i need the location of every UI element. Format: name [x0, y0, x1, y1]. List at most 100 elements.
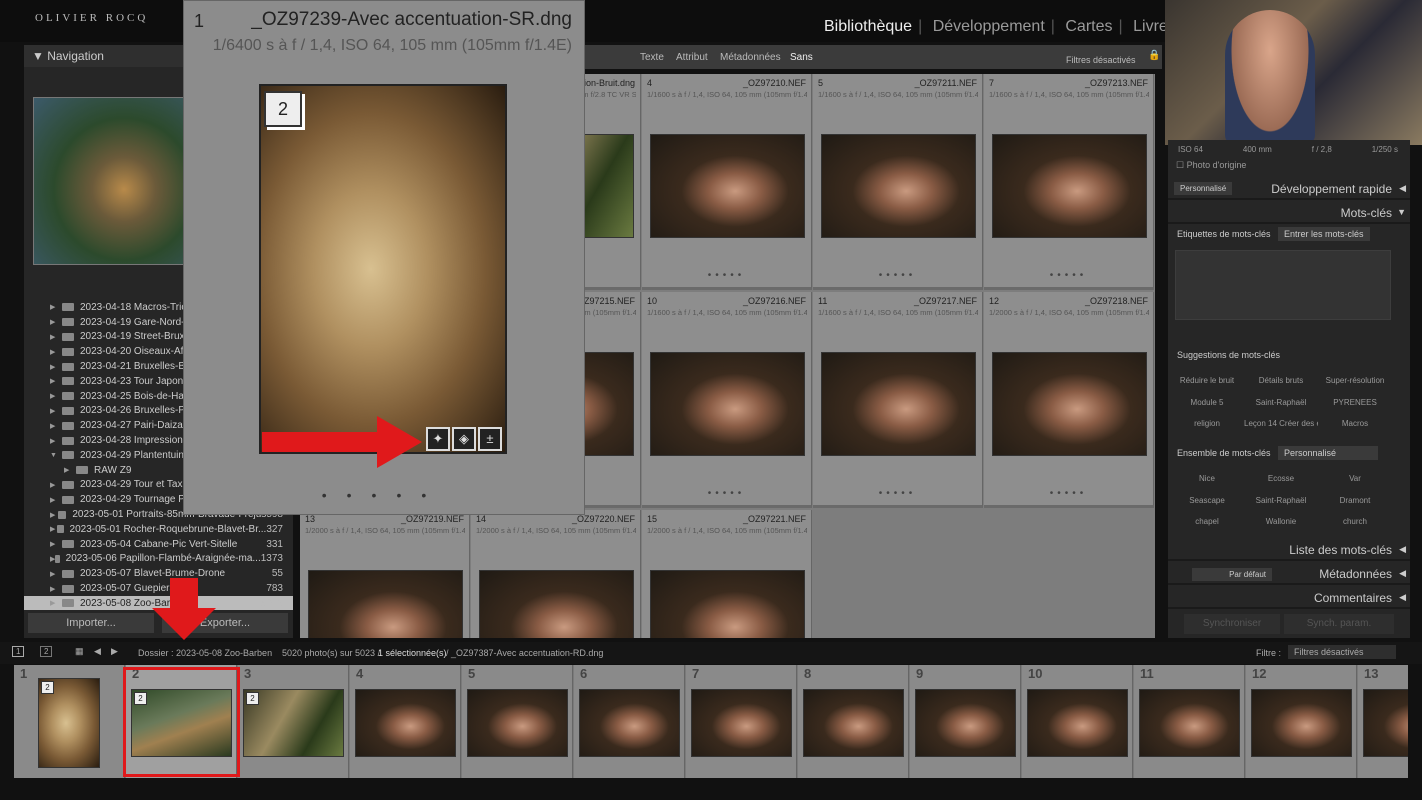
secondary-screen-button[interactable]: 2 — [40, 646, 53, 657]
filmstrip-cell[interactable]: 32 — [238, 665, 349, 778]
keyword-button[interactable]: Var — [1318, 468, 1392, 490]
keyword-set-select[interactable]: Personnalisé — [1278, 446, 1378, 460]
filter-preset[interactable]: Filtres désactivés — [1066, 55, 1136, 65]
filmstrip-thumbnail[interactable] — [355, 689, 456, 757]
grid-cell[interactable]: 14 _OZ97220.NEF 1/2000 s à f / 1,4, ISO 64… — [471, 510, 641, 638]
filmstrip-cell[interactable]: 7 — [686, 665, 797, 778]
keyword-tag-icon[interactable]: ◈ — [452, 427, 476, 451]
collapsed-triangle-icon[interactable]: ▶ — [50, 333, 62, 341]
collapsed-triangle-icon[interactable]: ▶ — [50, 318, 62, 326]
keyword-button[interactable]: Saint-Raphaël — [1244, 392, 1318, 414]
folder-source[interactable]: Dossier : 2023-05-08 Zoo-Barben — [138, 648, 272, 658]
filmstrip-cell[interactable]: 10 — [1022, 665, 1133, 778]
stack-badge[interactable]: 2 — [246, 692, 259, 705]
collapsed-triangle-icon[interactable]: ▶ — [50, 525, 57, 533]
filmstrip-thumbnail[interactable] — [691, 689, 792, 757]
metadata-preset[interactable]: Par défaut — [1192, 568, 1272, 581]
navigator-preview[interactable] — [33, 97, 185, 265]
filter-text[interactable]: Texte — [640, 52, 664, 63]
filmstrip-thumbnail[interactable] — [803, 689, 904, 757]
folder-item[interactable]: ▶ 2023-05-04 Cabane-Pic Vert-Sitelle 331 — [24, 537, 293, 552]
filmstrip-cell[interactable]: 12 — [14, 665, 125, 778]
quick-develop-preset[interactable]: Personnalisé — [1174, 182, 1233, 195]
cell-thumbnail[interactable] — [650, 134, 805, 238]
keywording-header[interactable]: Mots-clés ▼ — [1168, 202, 1410, 224]
cell-thumbnail[interactable] — [821, 352, 976, 456]
rating-dots[interactable]: ••••• — [642, 488, 811, 499]
grid-cell[interactable]: 5 _OZ97211.NEF 1/1600 s à f / 1,4, ISO 64,… — [813, 74, 983, 290]
keyword-tags-field[interactable] — [1175, 250, 1391, 320]
module-map[interactable]: Cartes — [1065, 18, 1112, 35]
collapsed-triangle-icon[interactable]: ▶ — [50, 348, 62, 356]
develop-adjust-icon[interactable]: ± — [478, 427, 502, 451]
collapsed-triangle-icon[interactable]: ▶ — [50, 363, 62, 371]
filmstrip-filter-select[interactable]: Filtres désactivés — [1288, 645, 1396, 659]
cell-thumbnail[interactable] — [650, 352, 805, 456]
grid-cell[interactable]: 11 _OZ97217.NEF 1/1600 s à f / 1,4, ISO 64… — [813, 292, 983, 508]
keyword-button[interactable]: Réduire le bruit — [1170, 370, 1244, 392]
grid-cell[interactable]: 13 _OZ97219.NEF 1/2000 s à f / 1,4, ISO 64… — [300, 510, 470, 638]
filmstrip-cell[interactable]: 5 — [462, 665, 573, 778]
cell-thumbnail[interactable] — [479, 570, 634, 638]
expanded-triangle-icon[interactable]: ▼ — [50, 452, 62, 459]
rating-dots[interactable]: ••••• — [984, 488, 1153, 499]
keyword-button[interactable]: Nice — [1170, 468, 1244, 490]
filter-none[interactable]: Sans — [790, 52, 813, 63]
keyword-button[interactable]: Macros — [1318, 413, 1392, 435]
grid-cell[interactable]: 12 _OZ97218.NEF 1/2000 s à f / 1,4, ISO 64… — [984, 292, 1154, 508]
primary-screen-button[interactable]: 1 — [12, 646, 25, 657]
collapsed-triangle-icon[interactable]: ▶ — [64, 466, 76, 474]
metadata-header[interactable]: Par défaut Métadonnées ◀ — [1168, 563, 1410, 585]
keyword-button[interactable]: chapel — [1170, 511, 1244, 533]
keyword-button[interactable]: Dramont — [1318, 490, 1392, 512]
filter-metadata[interactable]: Métadonnées — [720, 52, 781, 63]
original-photo-checkbox[interactable]: ☐ Photo d'origine — [1176, 160, 1246, 171]
keyword-button[interactable]: Leçon 14 Créer des e... — [1244, 413, 1318, 435]
keyword-button[interactable]: Seascape — [1170, 490, 1244, 512]
keyword-button[interactable]: PYRENEES — [1318, 392, 1392, 414]
filter-attribute[interactable]: Attribut — [676, 52, 708, 63]
keyword-button[interactable]: Super-résolution — [1318, 370, 1392, 392]
cell-thumbnail[interactable] — [992, 134, 1147, 238]
cell-thumbnail[interactable] — [650, 570, 805, 638]
filmstrip-cell[interactable]: 9 — [910, 665, 1021, 778]
collapsed-triangle-icon[interactable]: ▶ — [50, 407, 62, 415]
filmstrip-thumbnail[interactable] — [1139, 689, 1240, 757]
sync-button[interactable]: Synchroniser — [1184, 614, 1280, 634]
collapsed-triangle-icon[interactable]: ▶ — [50, 599, 62, 607]
keyword-button[interactable]: Ecosse — [1244, 468, 1318, 490]
collapsed-triangle-icon[interactable]: ▶ — [50, 496, 62, 504]
rating-dots[interactable]: ••••• — [813, 270, 982, 281]
keyword-button[interactable]: Wallonie — [1244, 511, 1318, 533]
grid-cell[interactable]: 4 _OZ97210.NEF 1/1600 s à f / 1,4, ISO 64,… — [642, 74, 812, 290]
collapsed-triangle-icon[interactable]: ▶ — [50, 540, 62, 548]
folder-item[interactable]: ▶ 2023-05-06 Papillon-Flambé-Araignée-ma.… — [24, 552, 293, 567]
collapsed-triangle-icon[interactable]: ▶ — [50, 437, 62, 445]
grid-cell[interactable]: 15 _OZ97221.NEF 1/2000 s à f / 1,4, ISO 64… — [642, 510, 812, 638]
collapsed-triangle-icon[interactable]: ▶ — [50, 303, 62, 311]
filmstrip-cell[interactable]: 6 — [574, 665, 685, 778]
stack-badge[interactable]: 2 — [41, 681, 54, 694]
cell-thumbnail[interactable] — [308, 570, 463, 638]
filmstrip-thumbnail[interactable] — [1027, 689, 1128, 757]
filmstrip-cell[interactable]: 4 — [350, 665, 461, 778]
cell-thumbnail[interactable] — [821, 134, 976, 238]
lock-icon[interactable]: 🔒 — [1148, 50, 1160, 61]
rating-dots[interactable]: ••••• — [642, 270, 811, 281]
collapsed-triangle-icon[interactable]: ▶ — [50, 422, 62, 430]
quick-develop-header[interactable]: Personnalisé Développement rapide ◀ — [1168, 178, 1410, 200]
module-library[interactable]: Bibliothèque — [824, 18, 912, 35]
collapsed-triangle-icon[interactable]: ▶ — [50, 392, 62, 400]
grid-cell[interactable]: 7 _OZ97213.NEF 1/1600 s à f / 1,4, ISO 64,… — [984, 74, 1154, 290]
filmstrip-thumbnail[interactable] — [1363, 689, 1408, 757]
stack-badge[interactable]: 2 — [264, 91, 302, 127]
selected-file[interactable]: / _OZ97387-Avec accentuation-RD.dng — [446, 648, 603, 658]
forward-arrow-icon[interactable]: ▶ — [111, 646, 118, 657]
folder-item[interactable]: ▶ 2023-05-01 Rocher-Roquebrune-Blavet-Br.… — [24, 522, 293, 537]
keyword-button[interactable]: Saint-Raphaël — [1244, 490, 1318, 512]
filmstrip-cell[interactable]: 11 — [1134, 665, 1245, 778]
filmstrip-thumbnail[interactable] — [579, 689, 680, 757]
keyword-button[interactable]: Module 5 — [1170, 392, 1244, 414]
collapsed-triangle-icon[interactable]: ▶ — [50, 570, 62, 578]
keyword-tags-mode[interactable]: Entrer les mots-clés — [1278, 227, 1370, 241]
